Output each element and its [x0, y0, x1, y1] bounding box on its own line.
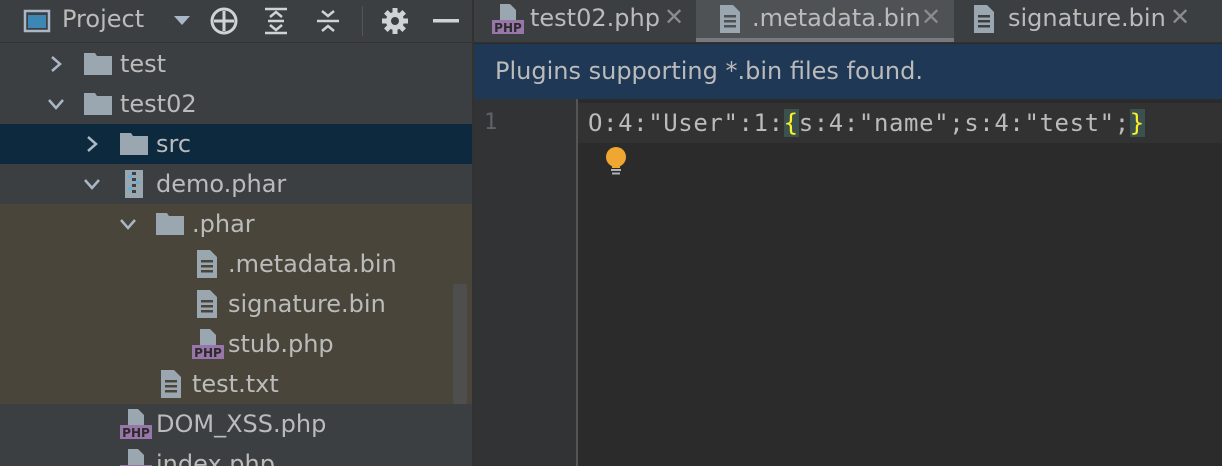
- window-icon[interactable]: [22, 0, 52, 42]
- php-file-icon: PHP: [492, 4, 524, 38]
- close-brace-match: }: [1129, 109, 1145, 137]
- project-panel: Project test test02 src demo.phar .phar …: [0, 0, 472, 466]
- text-file-icon: [720, 5, 740, 37]
- svg-text:PHP: PHP: [194, 346, 222, 359]
- svg-text:PHP: PHP: [494, 21, 522, 34]
- tree-item-metadata-bin[interactable]: .metadata.bin: [0, 244, 472, 284]
- code-line[interactable]: O:4:"User":1:{s:4:"name";s:4:"test";}: [588, 103, 1145, 143]
- chevron-down-icon[interactable]: [118, 204, 138, 244]
- chevron-right-icon[interactable]: [46, 44, 66, 84]
- php-file-icon: PHP: [120, 404, 152, 444]
- active-tab-indicator: [696, 38, 954, 42]
- close-icon[interactable]: ✕: [1170, 0, 1190, 36]
- tree-item-label: index.php: [156, 450, 275, 466]
- folder-icon: [156, 204, 184, 244]
- tree-item-label: signature.bin: [228, 290, 386, 318]
- tree-item-test[interactable]: test: [0, 44, 472, 84]
- plugin-notice-bar: Plugins supporting *.bin files found.: [474, 44, 1222, 99]
- tree-item-label: DOM_XSS.php: [156, 410, 327, 438]
- text-file-icon: [974, 5, 994, 37]
- chevron-down-icon[interactable]: [46, 84, 66, 124]
- tab-label: .metadata.bin: [752, 4, 921, 32]
- minimize-icon[interactable]: [432, 0, 460, 42]
- tree-item-label: test02: [120, 90, 197, 118]
- plugin-notice-text: Plugins supporting *.bin files found.: [495, 57, 923, 85]
- folder-icon: [120, 124, 148, 164]
- tree-item-signature-bin[interactable]: signature.bin: [0, 284, 472, 324]
- locate-icon[interactable]: [207, 0, 241, 42]
- tree-item-label: test: [120, 50, 167, 78]
- tree-item-label: test.txt: [192, 370, 279, 398]
- svg-text:PHP: PHP: [122, 426, 150, 439]
- editor-gutter: [474, 99, 576, 466]
- folder-icon: [84, 44, 112, 84]
- tree-item-label: src: [156, 130, 192, 158]
- collapse-all-icon[interactable]: [314, 0, 342, 42]
- tree-item-src[interactable]: src: [0, 124, 472, 164]
- tree-item-label: .phar: [192, 210, 255, 238]
- scrollbar-thumb[interactable]: [453, 284, 467, 404]
- tab-signature-bin[interactable]: signature.bin ✕: [954, 0, 1222, 42]
- project-header: Project: [0, 0, 472, 43]
- tree-item-phar-folder[interactable]: .phar: [0, 204, 472, 244]
- text-file-icon: [197, 244, 217, 284]
- php-file-icon: PHP: [120, 444, 152, 466]
- tree-item-label: .metadata.bin: [228, 250, 397, 278]
- tree-item-stub-php[interactable]: PHP stub.php: [0, 324, 472, 364]
- tab-label: signature.bin: [1008, 4, 1166, 32]
- close-icon[interactable]: ✕: [921, 0, 941, 36]
- tree-item-index-php[interactable]: PHP index.php: [0, 444, 472, 466]
- line-number: 1: [484, 110, 498, 135]
- tree-item-label: demo.phar: [156, 170, 287, 198]
- tree-item-dom-xss-php[interactable]: PHP DOM_XSS.php: [0, 404, 472, 444]
- php-file-icon: PHP: [192, 324, 224, 364]
- tab-label: test02.php: [530, 4, 660, 32]
- archive-icon: [124, 164, 144, 204]
- code-token: s:4:"name";s:4:"test";: [798, 109, 1130, 137]
- gutter-divider: [576, 99, 578, 466]
- tree-item-test02[interactable]: test02: [0, 84, 472, 124]
- header-divider: [362, 6, 363, 36]
- expand-all-icon[interactable]: [262, 0, 290, 42]
- chevron-right-icon[interactable]: [82, 124, 102, 164]
- code-token: O:4:"User":1:: [588, 109, 784, 137]
- open-brace-match: {: [783, 109, 799, 137]
- tab-metadata-bin[interactable]: .metadata.bin ✕: [696, 0, 954, 42]
- lightbulb-icon[interactable]: [603, 146, 629, 180]
- chevron-down-icon[interactable]: [82, 164, 102, 204]
- tab-test02-php[interactable]: PHP test02.php ✕: [474, 0, 696, 42]
- dropdown-icon[interactable]: [170, 0, 194, 42]
- tree-item-demo-phar[interactable]: demo.phar: [0, 164, 472, 204]
- text-file-icon: [197, 284, 217, 324]
- editor-tab-bar: PHP test02.php ✕ .metadata.bin ✕ signatu…: [474, 0, 1222, 43]
- text-file-icon: [161, 364, 181, 404]
- close-icon[interactable]: ✕: [664, 0, 684, 36]
- project-title[interactable]: Project: [62, 0, 144, 38]
- folder-icon: [84, 84, 112, 124]
- settings-icon[interactable]: [380, 0, 410, 42]
- tree-item-test-txt[interactable]: test.txt: [0, 364, 472, 404]
- tree-item-label: stub.php: [228, 330, 334, 358]
